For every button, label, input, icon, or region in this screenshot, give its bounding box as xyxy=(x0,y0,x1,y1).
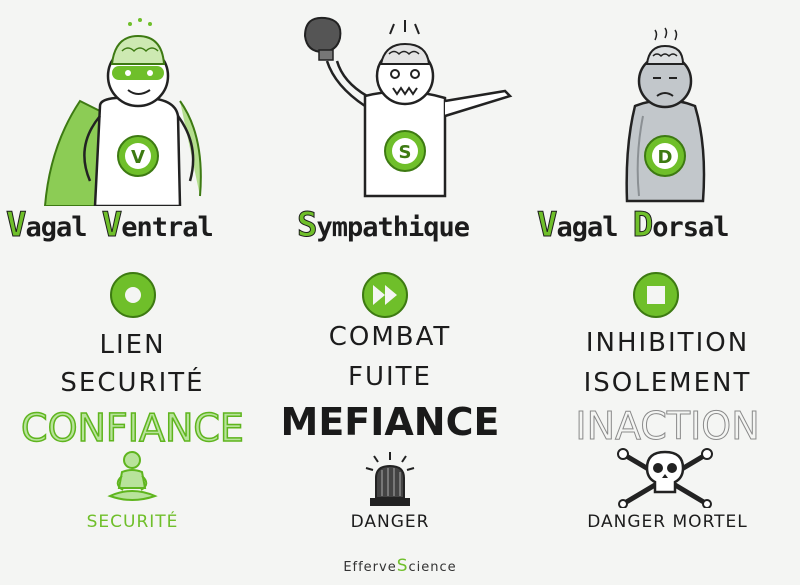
brand-footer: EfferveScience xyxy=(343,556,457,576)
emblem-letter: S xyxy=(399,142,412,163)
title-sympathique: Sympathique xyxy=(296,205,470,246)
state-label-danger-mortel: Danger Mortel xyxy=(587,512,748,532)
line-lien: Lien xyxy=(99,330,166,360)
line-inhibition: Inhibition xyxy=(585,328,750,358)
state-label-securite: Securité xyxy=(86,512,179,532)
emblem-letter: V xyxy=(131,147,145,168)
line-fuite: Fuite xyxy=(348,362,432,392)
emphasis-confiance: Confiance xyxy=(20,405,244,451)
meditating-person-icon xyxy=(107,451,158,501)
circle-dot-icon xyxy=(110,272,156,318)
emblem-letter: D xyxy=(658,147,673,168)
line-securite: Securité xyxy=(60,368,205,398)
alarm-siren-icon xyxy=(365,452,415,506)
column-vagal-ventral: V Vagal Ventral Lien Securité Confiance … xyxy=(0,0,265,585)
line-isolement: Isolement xyxy=(583,368,752,398)
skull-crossbones-icon xyxy=(617,448,713,508)
superhero-dorsal-figure: D xyxy=(625,27,706,203)
fast-forward-icon xyxy=(362,272,408,318)
column-sympathique: S Sympathique Combat Fuite Mefiance Dang… xyxy=(265,0,535,585)
state-label-danger: Danger xyxy=(350,512,430,532)
superhero-ventral-figure: V xyxy=(43,18,202,206)
column-vagal-dorsal: D Vagal Dorsal Inhibition Isolement Inac… xyxy=(535,0,800,585)
stop-square-icon xyxy=(633,272,679,318)
title-vagal-dorsal: Vagal Dorsal xyxy=(536,205,729,246)
emphasis-inaction: Inaction xyxy=(575,404,760,449)
line-combat: Combat xyxy=(328,322,452,352)
superhero-sympathique-figure: S xyxy=(303,16,513,198)
emphasis-mefiance: Mefiance xyxy=(280,400,500,444)
title-vagal-ventral: Vagal Ventral xyxy=(5,205,213,246)
